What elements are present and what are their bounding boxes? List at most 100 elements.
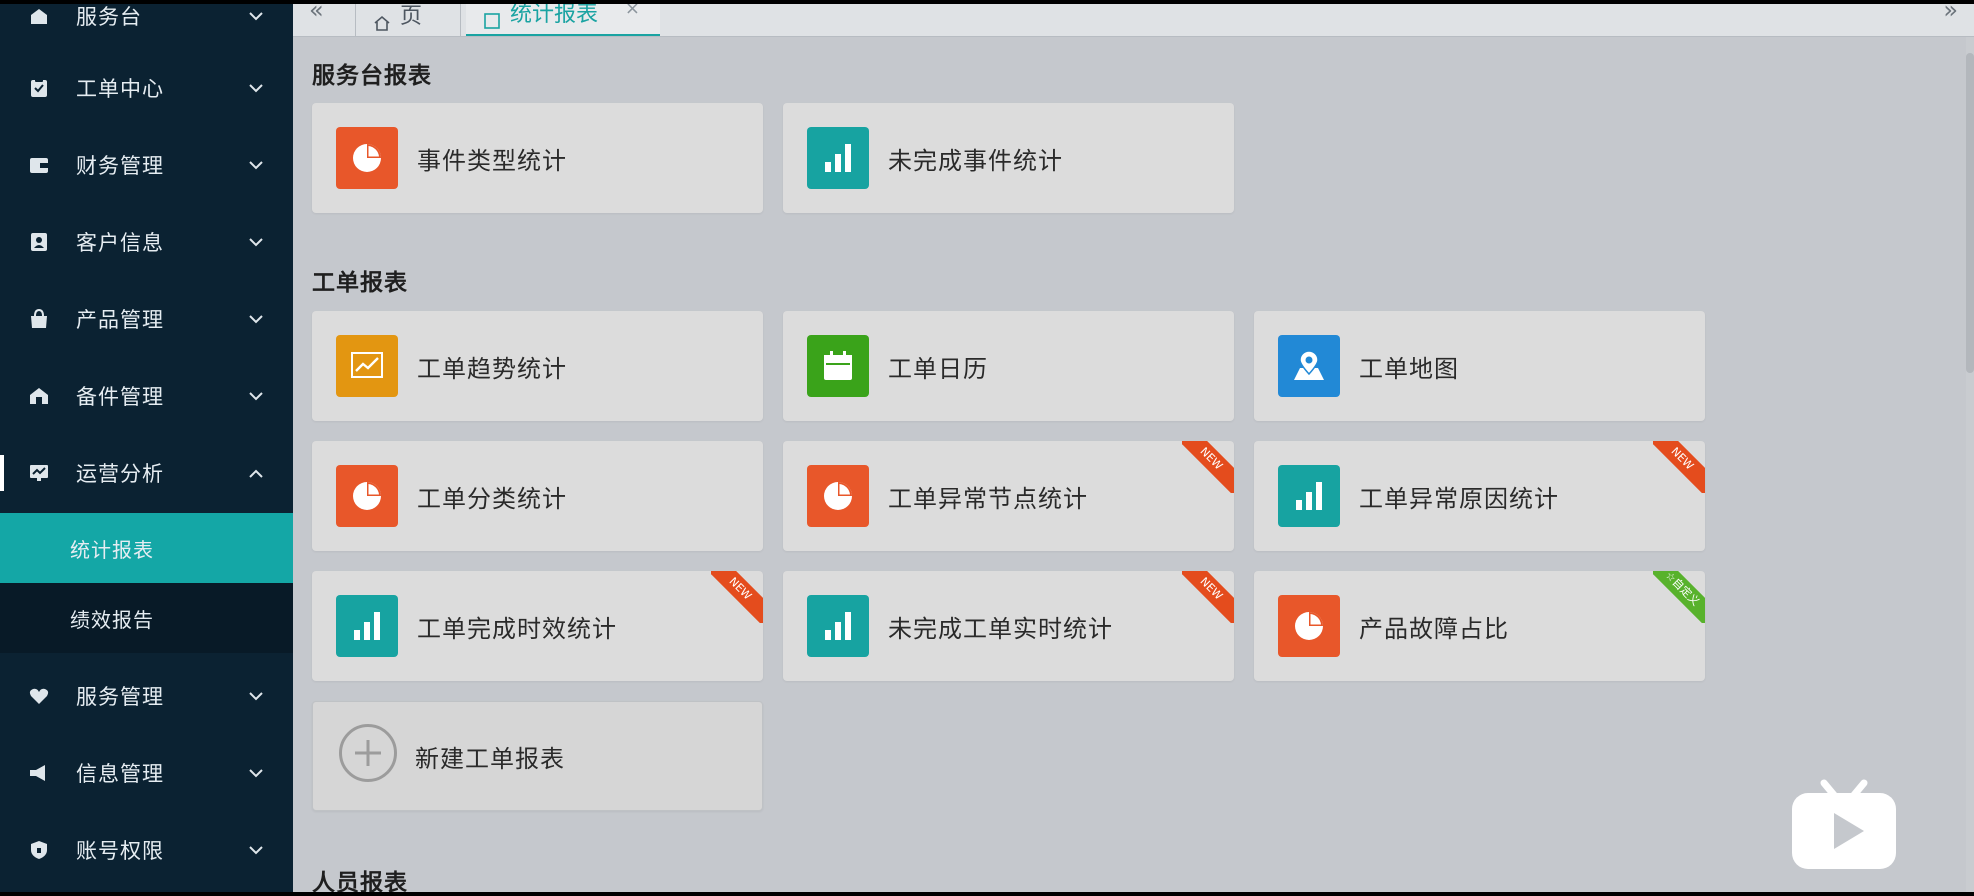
report-card-title: 工单分类统计 — [417, 484, 567, 513]
sidebar-item-label: 产品管理 — [76, 308, 164, 332]
sidebar-item-label: 账号权限 — [76, 839, 164, 863]
sidebar-item-label: 服务台 — [76, 5, 142, 29]
sidebar-item-label: 信息管理 — [76, 762, 164, 786]
sidebar: 服务台 工单中心 财务管理 客户信息 产品管理 备件管理 运营分析 统计报表 绩… — [0, 4, 293, 892]
report-card-product-fault-ratio[interactable]: 产品故障占比 ☆自定义 — [1254, 571, 1705, 681]
calendar-icon — [807, 335, 869, 397]
tab-label: 统计报表 — [510, 4, 599, 27]
sidebar-subitem-label: 绩效报告 — [70, 607, 154, 632]
chevron-down-icon — [246, 232, 266, 252]
new-badge: NEW — [1182, 441, 1234, 493]
bar-chart-icon — [807, 127, 869, 189]
report-card-ticket-category[interactable]: 工单分类统计 — [312, 441, 763, 551]
badge-label: NEW — [1653, 441, 1705, 493]
chevron-down-icon — [246, 155, 266, 175]
report-card-title: 工单异常节点统计 — [888, 484, 1088, 513]
tab-home[interactable]: 首页 — [355, 4, 461, 36]
sidebar-item-label: 备件管理 — [76, 385, 164, 409]
report-icon — [484, 10, 500, 29]
heart-hands-icon — [28, 685, 50, 707]
chevron-down-icon — [246, 686, 266, 706]
sidebar-item-label: 客户信息 — [76, 231, 164, 255]
double-chevron-left-icon[interactable]: « — [309, 4, 324, 24]
report-card-title: 未完成事件统计 — [888, 146, 1063, 175]
bar-chart-icon — [807, 595, 869, 657]
sidebar-item-customer-info[interactable]: 客户信息 — [0, 216, 293, 268]
double-chevron-right-icon[interactable]: » — [1943, 4, 1958, 24]
report-card-title: 工单日历 — [888, 354, 988, 383]
sidebar-item-label: 工单中心 — [76, 77, 164, 101]
sidebar-item-label: 财务管理 — [76, 154, 164, 178]
shield-icon — [28, 839, 50, 861]
sidebar-subitem-performance-report[interactable]: 绩效报告 — [0, 583, 293, 653]
contact-card-icon — [28, 231, 50, 253]
scrollbar-thumb[interactable] — [1966, 53, 1974, 373]
badge-label: NEW — [1182, 571, 1234, 623]
report-card-ticket-trend[interactable]: 工单趋势统计 — [312, 311, 763, 421]
sidebar-item-spare-parts[interactable]: 备件管理 — [0, 370, 293, 422]
bilibili-tv-icon — [1790, 769, 1898, 871]
report-card-title: 工单趋势统计 — [417, 354, 567, 383]
vertical-scrollbar[interactable] — [1966, 37, 1974, 892]
home-icon — [374, 12, 390, 31]
chevron-down-icon — [246, 840, 266, 860]
badge-label: NEW — [1182, 441, 1234, 493]
pie-chart-icon — [1278, 595, 1340, 657]
report-card-ticket-calendar[interactable]: 工单日历 — [783, 311, 1234, 421]
tab-label: 首页 — [400, 4, 423, 29]
chevron-down-icon — [246, 6, 266, 26]
section-title-staff-reports: 人员报表 — [312, 870, 408, 892]
clipboard-icon — [28, 77, 50, 99]
report-card-title: 工单完成时效统计 — [417, 614, 617, 643]
bar-chart-icon — [336, 595, 398, 657]
service-desk-icon — [28, 5, 50, 27]
chevron-up-icon — [246, 463, 266, 483]
chevron-down-icon — [246, 386, 266, 406]
chevron-down-icon — [246, 763, 266, 783]
report-card-event-type[interactable]: 事件类型统计 — [312, 103, 763, 213]
sidebar-item-information-management[interactable]: 信息管理 — [0, 747, 293, 799]
close-icon[interactable]: × — [625, 4, 640, 19]
new-badge: NEW — [711, 571, 763, 623]
tab-bar: « 首页 统计报表 × » — [293, 4, 1974, 37]
pie-chart-icon — [336, 127, 398, 189]
report-card-ticket-map[interactable]: 工单地图 — [1254, 311, 1705, 421]
sidebar-item-service-desk[interactable]: 服务台 — [0, 4, 293, 42]
sidebar-item-account-permissions[interactable]: 账号权限 — [0, 824, 293, 876]
report-card-ticket-abnormal-reason[interactable]: 工单异常原因统计 NEW — [1254, 441, 1705, 551]
sidebar-subitem-statistics-report[interactable]: 统计报表 — [0, 513, 293, 583]
sidebar-item-service-management[interactable]: 服务管理 — [0, 670, 293, 722]
monitor-chart-icon — [28, 462, 50, 484]
report-card-ticket-completion-timeliness[interactable]: 工单完成时效统计 NEW — [312, 571, 763, 681]
sidebar-item-finance[interactable]: 财务管理 — [0, 139, 293, 191]
new-badge: NEW — [1182, 571, 1234, 623]
chevron-down-icon — [246, 309, 266, 329]
sidebar-item-ticket-center[interactable]: 工单中心 — [0, 62, 293, 114]
wallet-icon — [28, 154, 50, 176]
sidebar-item-label: 运营分析 — [76, 462, 164, 486]
pie-chart-icon — [807, 465, 869, 527]
app-frame: 服务台 工单中心 财务管理 客户信息 产品管理 备件管理 运营分析 统计报表 绩… — [0, 4, 1974, 892]
pie-chart-icon — [336, 465, 398, 527]
report-card-title: 事件类型统计 — [417, 146, 567, 175]
report-card-unfinished-events[interactable]: 未完成事件统计 — [783, 103, 1234, 213]
report-card-ticket-abnormal-node[interactable]: 工单异常节点统计 NEW — [783, 441, 1234, 551]
badge-label: ☆自定义 — [1653, 571, 1705, 623]
map-pin-icon — [1278, 335, 1340, 397]
sidebar-item-label: 服务管理 — [76, 685, 164, 709]
report-card-unfinished-tickets-realtime[interactable]: 未完成工单实时统计 NEW — [783, 571, 1234, 681]
report-card-title: 产品故障占比 — [1359, 614, 1509, 643]
bag-icon — [28, 308, 50, 330]
sidebar-item-product[interactable]: 产品管理 — [0, 293, 293, 345]
new-ticket-report-button[interactable]: 新建工单报表 — [312, 701, 763, 811]
trend-chart-icon — [336, 335, 398, 397]
new-badge: NEW — [1653, 441, 1705, 493]
main-content: 服务台报表 事件类型统计 未完成事件统计 工单报表 工单趋势统计 工单日历 工单… — [293, 37, 1974, 892]
sidebar-item-operations-analysis[interactable]: 运营分析 — [0, 447, 293, 499]
custom-badge: ☆自定义 — [1653, 571, 1705, 623]
tab-statistics-report[interactable]: 统计报表 × — [466, 4, 660, 36]
bar-chart-icon — [1278, 465, 1340, 527]
plus-circle-icon — [339, 724, 397, 782]
report-card-title: 新建工单报表 — [415, 744, 565, 773]
section-title-ticket-reports: 工单报表 — [312, 270, 408, 296]
